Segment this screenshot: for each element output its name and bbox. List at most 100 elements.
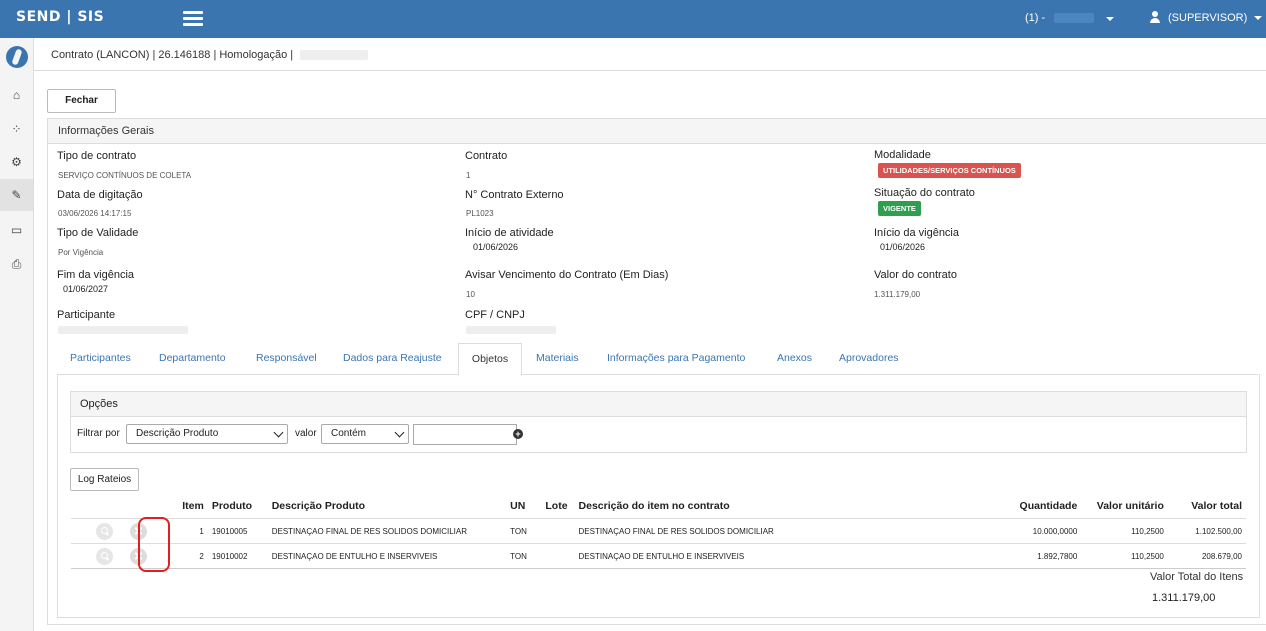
- status-badge: VIGENTE: [878, 201, 921, 216]
- add-filter-icon[interactable]: +: [513, 429, 523, 439]
- chevron-down-icon: [394, 427, 405, 438]
- col-quantidade[interactable]: Quantidade: [899, 494, 1082, 519]
- cell-valor-total: 1.102.500,00: [1167, 518, 1246, 544]
- cell-descricao-contrato: DESTINAÇAO DE ENTULHO E INSERVIVEIS: [574, 543, 900, 569]
- validity-start-value: 01/06/2026: [880, 242, 926, 252]
- activity-start-label: Início de atividade: [465, 227, 554, 239]
- app-logo[interactable]: [6, 46, 28, 68]
- contract-amount-value: 1.311.179,00: [874, 290, 921, 299]
- log-rateios-button[interactable]: Log Rateios: [70, 468, 139, 491]
- entry-date-label: Data de digitação: [57, 189, 143, 201]
- activity-start-value: 01/06/2026: [473, 242, 519, 252]
- col-valor-unitario[interactable]: Valor unitário: [1081, 494, 1168, 519]
- col-produto[interactable]: Produto: [207, 494, 268, 519]
- tab-aprovadores[interactable]: Aprovadores: [839, 343, 899, 373]
- value-label: valor: [295, 428, 317, 439]
- col-descricao-produto[interactable]: Descrição Produto: [267, 494, 507, 519]
- col-descricao-contrato[interactable]: Descrição do item no contrato: [574, 494, 900, 519]
- breadcrumb-text: Contrato (LANCON) | 26.146188 | Homologa…: [51, 49, 294, 61]
- tab-anexos[interactable]: Anexos: [777, 343, 812, 373]
- filter-field-value: Descrição Produto: [136, 428, 219, 439]
- filter-label: Filtrar por: [77, 428, 120, 439]
- table-header-row: Item Produto Descrição Produto UN Lote D…: [71, 494, 1246, 519]
- close-button[interactable]: Fechar: [47, 89, 116, 113]
- options-title: Opções: [80, 398, 118, 410]
- cell-produto: 19010005: [207, 518, 268, 544]
- cell-lote: [541, 543, 575, 569]
- tab-informacoes-pagamento[interactable]: Informações para Pagamento: [607, 343, 745, 373]
- tab-materiais[interactable]: Materiais: [536, 343, 579, 373]
- validity-type-label: Tipo de Validade: [57, 227, 139, 239]
- redacted-text: [300, 50, 369, 61]
- external-contract-value: PL1023: [466, 209, 494, 218]
- cell-un: TON: [506, 543, 542, 569]
- chevron-down-icon: [273, 427, 284, 438]
- contract-status-label: Situação do contrato: [874, 187, 975, 199]
- table-row: 1 19010005 DESTINAÇAO FINAL DE RES SOLID…: [71, 518, 1246, 544]
- cpf-cnpj-label: CPF / CNPJ: [465, 309, 525, 321]
- items-table: Item Produto Descrição Produto UN Lote D…: [71, 494, 1246, 569]
- cell-valor-total: 208.679,00: [1167, 543, 1246, 569]
- menu-toggle-icon[interactable]: [183, 11, 203, 27]
- filter-operator-value: Contém: [331, 428, 367, 439]
- contract-type-value: SERVIÇO CONTÍNUOS DE COLETA: [58, 171, 192, 180]
- contract-label: Contrato: [465, 150, 508, 162]
- col-valor-total[interactable]: Valor total: [1167, 494, 1246, 519]
- external-contract-label: N° Contrato Externo: [465, 189, 564, 201]
- cogs-icon[interactable]: ⚙: [0, 146, 33, 178]
- filter-operator-select[interactable]: Contém: [321, 424, 409, 444]
- cell-produto: 19010002: [207, 543, 268, 569]
- col-item[interactable]: Item: [159, 494, 208, 519]
- company-selector-label: (1) -: [1025, 12, 1046, 24]
- view-icon[interactable]: [95, 547, 113, 565]
- expiry-warning-value: 10: [466, 290, 475, 299]
- highlight-annotation: [138, 517, 170, 572]
- breadcrumb: Contrato (LANCON) | 26.146188 | Homologa…: [51, 49, 369, 61]
- user-icon: [1150, 11, 1160, 23]
- breadcrumb-bar: Contrato (LANCON) | 26.146188 | Homologa…: [34, 38, 1266, 71]
- top-navbar: SEND | SIS (1) - (SUPERVISOR): [0, 0, 1266, 38]
- company-selector[interactable]: (1) -: [1025, 12, 1095, 24]
- cell-descricao: DESTINAÇAO FINAL DE RES SOLIDOS DOMICILI…: [267, 518, 507, 544]
- sidebar: ⌂ ⁘ ⚙ ✎ ▭ ⎙: [0, 38, 34, 631]
- cell-lote: [541, 518, 575, 544]
- panel-header: Informações Gerais: [48, 119, 1266, 144]
- edit-document-icon[interactable]: ✎: [0, 179, 33, 211]
- app-brand[interactable]: SEND | SIS: [16, 9, 104, 25]
- validity-end-value: 01/06/2027: [63, 284, 109, 294]
- tab-participantes[interactable]: Participantes: [70, 343, 131, 373]
- modality-badge: UTILIDADES/SERVIÇOS CONTÍNUOS: [878, 163, 1021, 178]
- expiry-warning-label: Avisar Vencimento do Contrato (Em Dias): [465, 269, 669, 281]
- contract-amount-label: Valor do contrato: [874, 269, 957, 281]
- cell-quantidade: 1.892,7800: [899, 543, 1082, 569]
- cell-valor-unitario: 110,2500: [1081, 518, 1168, 544]
- filter-field-select[interactable]: Descrição Produto: [126, 424, 288, 444]
- filter-value-input[interactable]: [413, 424, 517, 445]
- tab-responsavel[interactable]: Responsável: [256, 343, 317, 373]
- col-un[interactable]: UN: [506, 494, 542, 519]
- chevron-down-icon[interactable]: [1106, 17, 1114, 21]
- cell-valor-unitario: 110,2500: [1081, 543, 1168, 569]
- contract-value: 1: [466, 171, 471, 180]
- tab-objetos[interactable]: Objetos: [458, 343, 522, 376]
- redacted-participant: [58, 326, 188, 334]
- col-lote[interactable]: Lote: [541, 494, 575, 519]
- modality-label: Modalidade: [874, 149, 931, 161]
- cell-descricao: DESTINAÇAO DE ENTULHO E INSERVIVEIS: [267, 543, 507, 569]
- home-icon[interactable]: ⌂: [0, 79, 33, 111]
- items-total-value: 1.311.179,00: [1152, 592, 1216, 604]
- tab-dados-reajuste[interactable]: Dados para Reajuste: [343, 343, 442, 373]
- tab-departamento[interactable]: Departamento: [159, 343, 226, 373]
- panel-title: Informações Gerais: [58, 125, 154, 137]
- contract-type-label: Tipo de contrato: [57, 150, 137, 162]
- laptop-icon[interactable]: ▭: [0, 214, 33, 246]
- participant-label: Participante: [57, 309, 116, 321]
- items-total-label: Valor Total do Itens: [1150, 571, 1244, 583]
- view-icon[interactable]: [95, 522, 113, 540]
- user-menu[interactable]: (SUPERVISOR): [1150, 11, 1263, 24]
- user-label: (SUPERVISOR): [1168, 12, 1248, 24]
- print-icon[interactable]: ⎙: [0, 248, 33, 280]
- options-header: Opções: [71, 392, 1246, 417]
- spinner-icon[interactable]: ⁘: [0, 113, 33, 145]
- validity-type-value: Por Vigência: [58, 248, 104, 257]
